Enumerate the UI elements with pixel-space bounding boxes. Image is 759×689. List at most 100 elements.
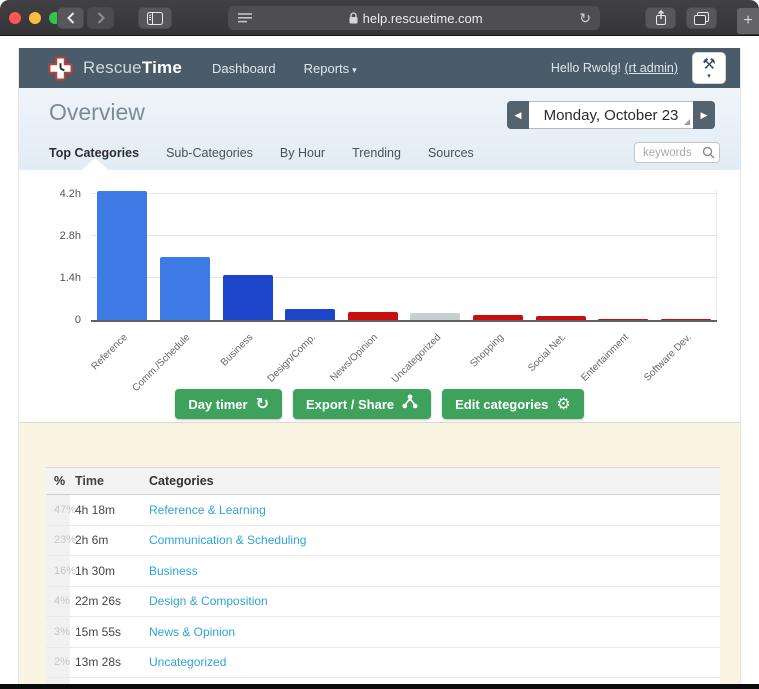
date-label: Monday, October 23 (543, 106, 679, 124)
admin-link[interactable]: (rt admin) (625, 61, 678, 75)
column-header-categories: Categories (149, 474, 214, 488)
site-header: RescueTime Dashboard Reports ▾ Hello Rwolg… (19, 48, 740, 88)
percent-cell: 23% (46, 525, 76, 555)
new-tab-button[interactable]: + (737, 8, 759, 34)
nav-item-dashboard[interactable]: Dashboard (212, 61, 276, 76)
browser-chrome: help.rescuetime.com ↻ + (0, 0, 759, 36)
close-window-button[interactable] (9, 12, 21, 24)
tab-sub-categories[interactable]: Sub-Categories (166, 146, 253, 160)
table-row: 16% 1h 30m Business (46, 556, 720, 587)
x-axis-label-design-comp: Design/Comp. (265, 332, 318, 385)
table-row: 4% 22m 26s Design & Composition (46, 586, 720, 617)
bar-business[interactable] (222, 275, 273, 320)
previous-day-button[interactable]: ◀ (507, 101, 529, 129)
minimize-window-button[interactable] (29, 12, 41, 24)
chevron-down-icon: ▾ (707, 72, 711, 80)
time-cell: 4h 18m (75, 502, 116, 517)
url-text: help.rescuetime.com (362, 10, 483, 26)
export-share-button[interactable]: Export / Share (292, 389, 432, 419)
active-tab-notch (82, 158, 108, 170)
x-axis-label-software-dev: Software Dev. (641, 332, 694, 384)
table-row: 2% 13m 28s Uncategorized (46, 647, 720, 678)
tab-by-hour[interactable]: By Hour (280, 146, 325, 160)
search-icon[interactable] (702, 146, 715, 164)
y-axis-tick-label: 4.2h (59, 188, 81, 200)
x-axis-label-social-net: Social Net. (526, 332, 569, 374)
category-link-communication-scheduling[interactable]: Communication & Scheduling (149, 533, 306, 547)
sidebar-icon (147, 11, 163, 25)
category-link-design-composition[interactable]: Design & Composition (149, 594, 268, 608)
table-row: 47% 4h 18m Reference & Learning (46, 495, 720, 526)
tab-overview-button[interactable] (686, 7, 717, 29)
category-link-business[interactable]: Business (149, 564, 198, 578)
bar-uncategorized[interactable] (410, 313, 461, 320)
x-axis-label-reference: Reference (89, 332, 131, 373)
nav-item-reports[interactable]: Reports ▾ (304, 61, 357, 76)
bar-reference[interactable] (97, 191, 148, 320)
browser-window: help.rescuetime.com ↻ + RescueTime Dashb… (0, 0, 759, 689)
bar-chart-plot-area: 4.2h 2.8h 1.4h 0 Reference Comm./Schedule Busi… (60, 188, 717, 394)
time-cell: 13m 28s (75, 655, 122, 670)
button-label: Day timer (188, 396, 248, 412)
date-navigator: ◀ Monday, October 23 ▶ (507, 101, 715, 129)
chevron-down-icon: ▾ (352, 64, 357, 75)
x-axis-label-news-opinion: News/Opinion (328, 332, 381, 384)
category-link-reference-learning[interactable]: Reference & Learning (149, 503, 266, 517)
time-cell: 22m 26s (75, 594, 122, 609)
tab-sources[interactable]: Sources (428, 146, 474, 160)
bar-comm-schedule[interactable] (159, 257, 210, 320)
lock-icon (349, 12, 358, 24)
chevron-left-icon (66, 12, 74, 24)
column-header-time: Time (75, 474, 104, 488)
rescuetime-logo-icon (48, 55, 73, 81)
share-nodes-icon (402, 394, 418, 414)
brand-name: RescueTime (83, 58, 183, 77)
report-tabs: Top Categories Sub-Categories By Hour Trend… (19, 129, 740, 163)
bar-software-dev[interactable] (660, 319, 711, 320)
bar-shopping[interactable] (472, 315, 523, 320)
sidebar-toggle-button[interactable] (138, 7, 172, 29)
x-axis-label-business: Business (218, 332, 256, 369)
share-icon (655, 10, 666, 25)
overview-band: Overview ◀ Monday, October 23 ▶ Top Cate… (19, 88, 740, 170)
tab-trending[interactable]: Trending (352, 146, 401, 160)
percent-cell: 16% (46, 556, 76, 586)
category-link-news-opinion[interactable]: News & Opinion (149, 625, 235, 639)
tools-menu-button[interactable]: ⚒ ▾ (692, 52, 726, 84)
percent-cell: 47% (46, 495, 76, 525)
time-cell: 15m 55s (75, 624, 122, 639)
bar-social-net[interactable] (535, 316, 586, 320)
table-row: 23% 2h 6m Communication & Scheduling (46, 525, 720, 556)
table-body: 47% 4h 18m Reference & Learning 23% 2h 6m Com… (46, 495, 720, 689)
rescuetime-page: RescueTime Dashboard Reports ▾ Hello Rwolg… (18, 48, 741, 689)
button-label: Edit categories (455, 396, 549, 412)
chevron-right-icon (97, 12, 105, 24)
time-cell: 2h 6m (75, 533, 109, 548)
date-picker-field[interactable]: Monday, October 23 (529, 101, 693, 129)
bar-entertainment[interactable] (598, 319, 649, 320)
timer-refresh-icon: ↻ (255, 396, 269, 413)
column-header-: % (54, 474, 66, 488)
back-button[interactable] (57, 7, 84, 29)
y-axis-tick-label: 2.8h (59, 230, 81, 242)
percent-cell: 3% (46, 617, 70, 647)
gear-icon: ⚙ (556, 396, 571, 413)
keyword-search (634, 142, 720, 163)
address-bar[interactable]: help.rescuetime.com ↻ (228, 6, 600, 30)
window-bottom-edge (0, 684, 759, 689)
page-title: Overview (49, 99, 145, 125)
day-timer-button[interactable]: Day timer ↻ (175, 389, 282, 419)
reader-lines-icon[interactable] (238, 13, 252, 23)
bar-design-comp[interactable] (285, 309, 336, 320)
next-day-button[interactable]: ▶ (693, 101, 715, 129)
button-label: Export / Share (305, 396, 395, 412)
tools-icon: ⚒ (702, 55, 716, 73)
share-button[interactable] (645, 7, 676, 29)
table-row: 3% 15m 55s News & Opinion (46, 617, 720, 648)
category-link-uncategorized[interactable]: Uncategorized (149, 655, 226, 669)
forward-button[interactable] (87, 7, 114, 29)
reload-icon[interactable]: ↻ (579, 10, 591, 27)
plot-right-edge (716, 190, 717, 320)
bar-news-opinion[interactable] (347, 312, 398, 320)
edit-categories-button[interactable]: Edit categories ⚙ (442, 389, 584, 419)
